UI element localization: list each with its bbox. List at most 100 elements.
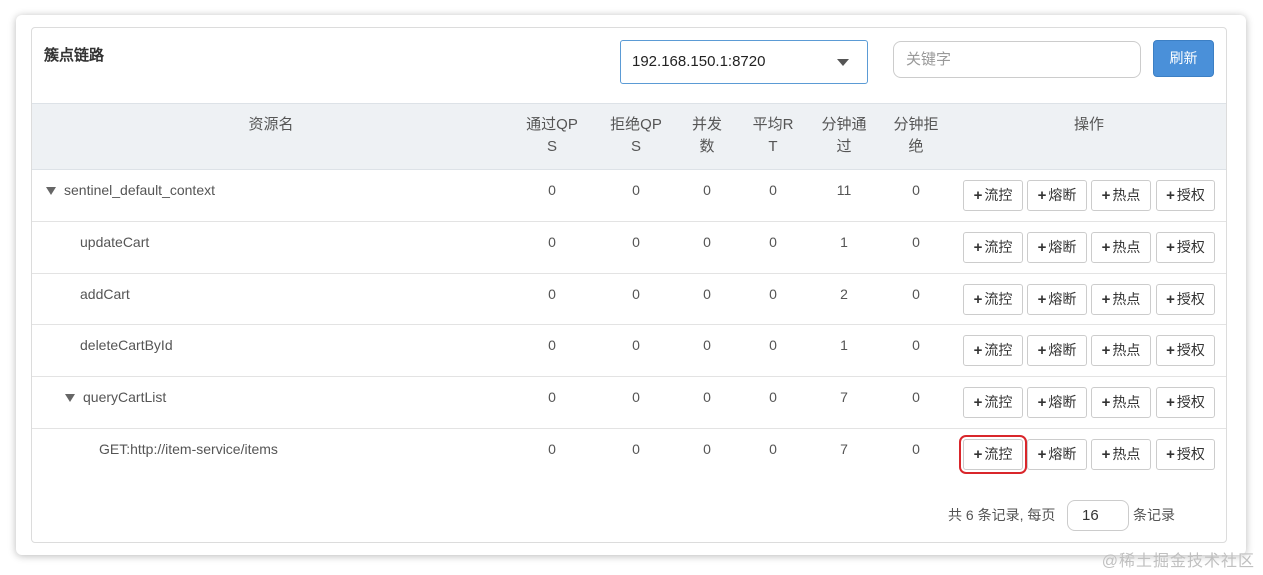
pass-qps-value: 0 [548, 441, 556, 457]
flow-control-button[interactable]: + 流控 [959, 435, 1027, 474]
plus-icon: + [973, 446, 983, 463]
minute-block-value: 0 [912, 337, 920, 353]
button-label: 热点 [1112, 342, 1141, 358]
pagination-suffix: 条记录 [1133, 507, 1175, 523]
plus-icon: + [973, 187, 983, 204]
authority-button[interactable]: + 授权 [1156, 439, 1215, 470]
concurrency-value: 0 [703, 182, 711, 198]
resource-name-text: updateCart [80, 234, 150, 250]
machine-select[interactable]: 192.168.150.1:8720 [620, 40, 868, 84]
resource-name: queryCartList [65, 387, 166, 407]
minute-block-value: 0 [912, 182, 920, 198]
plus-icon: + [1101, 291, 1111, 308]
flow-control-button[interactable]: + 流控 [963, 180, 1023, 211]
keyword-search-input[interactable] [893, 41, 1141, 78]
resource-name-text: GET:http://item-service/items [99, 441, 278, 457]
avg-rt-value: 0 [769, 234, 777, 250]
plus-icon: + [1166, 446, 1175, 463]
pass-qps-value: 0 [548, 337, 556, 353]
degrade-button[interactable]: + 熔断 [1027, 439, 1087, 470]
flow-control-button[interactable]: + 流控 [963, 232, 1023, 263]
minute-block-value: 0 [912, 234, 920, 250]
authority-button[interactable]: + 授权 [1156, 335, 1215, 366]
pass-qps-value: 0 [548, 234, 556, 250]
hotspot-button[interactable]: + 热点 [1091, 387, 1151, 418]
button-label: 熔断 [1048, 187, 1077, 203]
avg-rt-value: 0 [769, 286, 777, 302]
flow-control-button[interactable]: + 流控 [963, 387, 1023, 418]
block-qps-value: 0 [632, 441, 640, 457]
plus-icon: + [1101, 394, 1111, 411]
header-pass-qps: 通过QP S [526, 116, 578, 155]
degrade-button[interactable]: + 熔断 [1027, 180, 1087, 211]
button-label: 流控 [984, 342, 1013, 358]
resource-name: updateCart [80, 232, 149, 252]
button-label: 流控 [984, 446, 1013, 462]
row-operations: + 流控 + 熔断 + 热点 + 授权 [963, 387, 1223, 419]
row-operations: + 流控 + 熔断 + 热点 + 授权 [963, 180, 1223, 212]
button-label: 流控 [984, 239, 1013, 255]
tree-expand-icon[interactable] [46, 187, 56, 196]
authority-button[interactable]: + 授权 [1156, 180, 1215, 211]
row-operations: + 流控 + 熔断 + 热点 + 授权 [963, 284, 1223, 316]
plus-icon: + [973, 342, 983, 359]
row-operations: + 流控 + 熔断 + 热点 + 授权 [963, 232, 1223, 264]
hotspot-button[interactable]: + 热点 [1091, 335, 1151, 366]
tree-expand-icon[interactable] [65, 394, 75, 403]
block-qps-value: 0 [632, 234, 640, 250]
avg-rt-value: 0 [769, 441, 777, 457]
watermark: @稀土掘金技术社区 [1101, 553, 1255, 570]
button-label: 熔断 [1048, 394, 1077, 410]
machine-select-value: 192.168.150.1:8720 [632, 53, 766, 70]
button-label: 授权 [1176, 187, 1205, 203]
plus-icon: + [973, 394, 983, 411]
button-label: 授权 [1176, 394, 1205, 410]
concurrency-value: 0 [703, 389, 711, 405]
button-label: 授权 [1176, 342, 1205, 358]
resource-name: deleteCartById [80, 335, 173, 355]
resource-name: sentinel_default_context [46, 180, 215, 200]
table-row: updateCart 0 0 0 0 1 0 + 流控 + 熔断 + 热点 + 授权 [32, 222, 1226, 274]
refresh-button[interactable]: 刷新 [1153, 40, 1214, 77]
header-minute-pass: 分钟通 过 [821, 116, 867, 155]
plus-icon: + [1037, 187, 1047, 204]
row-operations: + 流控 + 熔断 + 热点 + 授权 [959, 435, 1223, 474]
minute-pass-value: 11 [836, 182, 852, 198]
button-label: 热点 [1112, 187, 1141, 203]
hotspot-button[interactable]: + 热点 [1091, 284, 1151, 315]
hotspot-button[interactable]: + 热点 [1091, 232, 1151, 263]
degrade-button[interactable]: + 熔断 [1027, 232, 1087, 263]
hotspot-button[interactable]: + 热点 [1091, 439, 1151, 470]
button-label: 熔断 [1048, 291, 1077, 307]
caret-down-icon [837, 59, 849, 66]
authority-button[interactable]: + 授权 [1156, 232, 1215, 263]
block-qps-value: 0 [632, 337, 640, 353]
avg-rt-value: 0 [769, 337, 777, 353]
hotspot-button[interactable]: + 热点 [1091, 180, 1151, 211]
plus-icon: + [1101, 239, 1111, 256]
plus-icon: + [1037, 394, 1047, 411]
degrade-button[interactable]: + 熔断 [1027, 284, 1087, 315]
authority-button[interactable]: + 授权 [1156, 387, 1215, 418]
degrade-button[interactable]: + 熔断 [1027, 335, 1087, 366]
resource-name-text: addCart [80, 286, 130, 302]
concurrency-value: 0 [703, 234, 711, 250]
plus-icon: + [1037, 291, 1047, 308]
concurrency-value: 0 [703, 286, 711, 302]
degrade-button[interactable]: + 熔断 [1027, 387, 1087, 418]
authority-button[interactable]: + 授权 [1156, 284, 1215, 315]
header-avg-rt: 平均R T [752, 116, 794, 155]
flow-control-button[interactable]: + 流控 [963, 284, 1023, 315]
header-minute-block: 分钟拒 绝 [893, 116, 939, 155]
resource-name: GET:http://item-service/items [99, 439, 278, 459]
flow-control-button[interactable]: + 流控 [963, 335, 1023, 366]
plus-icon: + [1037, 446, 1047, 463]
pass-qps-value: 0 [548, 389, 556, 405]
page-size-input[interactable]: 16 [1067, 500, 1129, 531]
plus-icon: + [1037, 342, 1047, 359]
header-resource-name: 资源名 [248, 116, 294, 133]
plus-icon: + [973, 239, 983, 256]
table-row: sentinel_default_context 0 0 0 0 11 0 + 流控 + 熔断 + 热点… [32, 170, 1226, 222]
pass-qps-value: 0 [548, 182, 556, 198]
plus-icon: + [1166, 239, 1175, 256]
